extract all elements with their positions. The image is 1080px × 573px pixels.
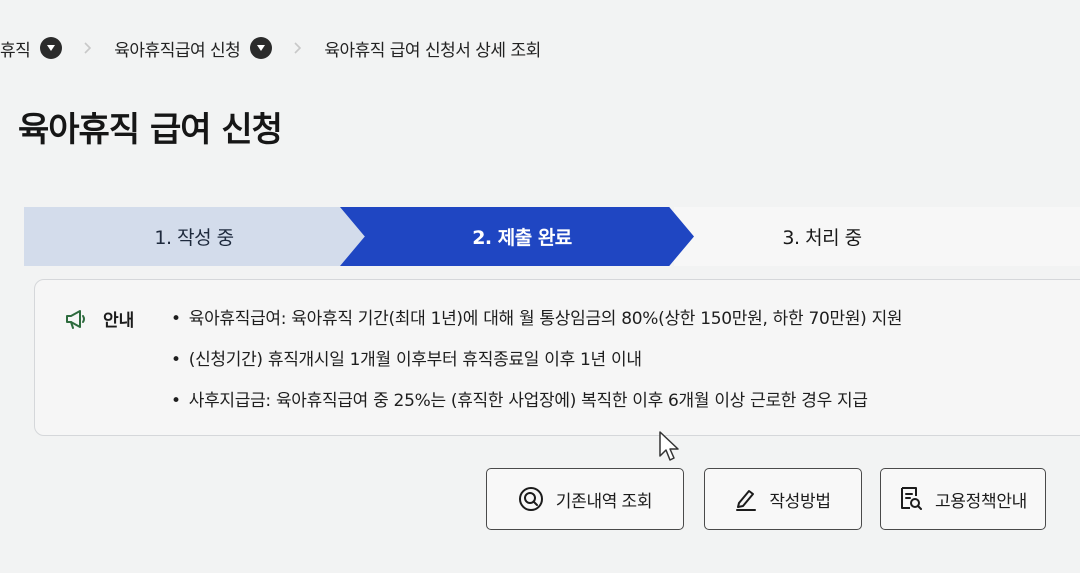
chevron-down-icon[interactable] bbox=[40, 37, 63, 59]
step-writing: 1. 작성 중 bbox=[24, 207, 364, 266]
notice-header: 안내 bbox=[65, 306, 134, 331]
step-processing: 3. 처리 중 bbox=[674, 207, 1080, 266]
breadcrumb-item-leave[interactable]: 휴직 bbox=[0, 36, 63, 61]
history-lookup-label: 기존내역 조회 bbox=[555, 491, 653, 511]
notice-item: 사후지급금: 육아휴직급여 중 25%는 (휴직한 사업장에) 복직한 이후 6… bbox=[171, 384, 902, 425]
breadcrumb-item-current: 육아휴직 급여 신청서 상세 조회 bbox=[324, 36, 541, 61]
employment-policy-button[interactable]: 고용정책안내 bbox=[880, 468, 1046, 530]
chevron-down-icon[interactable] bbox=[250, 37, 273, 59]
chevron-right-icon bbox=[294, 42, 302, 54]
document-search-icon bbox=[900, 487, 922, 510]
chevron-right-icon bbox=[84, 42, 92, 54]
pencil-icon bbox=[736, 490, 757, 511]
notice-item: (신청기간) 휴직개시일 1개월 이후부터 휴직종료일 이후 1년 이내 bbox=[171, 343, 902, 384]
notice-box: 안내 육아휴직급여: 육아휴직 기간(최대 1년)에 대해 월 통상임금의 80… bbox=[34, 279, 1080, 436]
breadcrumb-label: 육아휴직급여 신청 bbox=[114, 40, 241, 61]
breadcrumb-item-benefit[interactable]: 육아휴직급여 신청 bbox=[114, 36, 273, 61]
notice-list: 육아휴직급여: 육아휴직 기간(최대 1년)에 대해 월 통상임금의 80%(상… bbox=[171, 302, 903, 425]
step-submitted: 2. 제출 완료 bbox=[340, 207, 694, 266]
writing-guide-button[interactable]: 작성방법 bbox=[704, 468, 862, 530]
megaphone-icon bbox=[65, 308, 89, 330]
notice-label: 안내 bbox=[103, 311, 135, 331]
search-icon bbox=[518, 487, 543, 511]
mouse-cursor-icon bbox=[658, 430, 682, 468]
notice-item: 육아휴직급여: 육아휴직 기간(최대 1년)에 대해 월 통상임금의 80%(상… bbox=[171, 302, 903, 343]
page-title: 육아휴직 급여 신청 bbox=[18, 110, 283, 150]
progress-steps: 1. 작성 중 3. 처리 중 2. 제출 완료 bbox=[24, 207, 1080, 266]
employment-policy-label: 고용정책안내 bbox=[934, 491, 1028, 511]
history-lookup-button[interactable]: 기존내역 조회 bbox=[486, 468, 684, 530]
writing-guide-label: 작성방법 bbox=[769, 491, 831, 511]
breadcrumb-label: 육아휴직 급여 신청서 상세 조회 bbox=[324, 40, 541, 61]
breadcrumb: 휴직 육아휴직급여 신청 육아휴직 급여 신청서 상세 조회 bbox=[0, 30, 541, 66]
breadcrumb-label: 휴직 bbox=[0, 40, 31, 61]
